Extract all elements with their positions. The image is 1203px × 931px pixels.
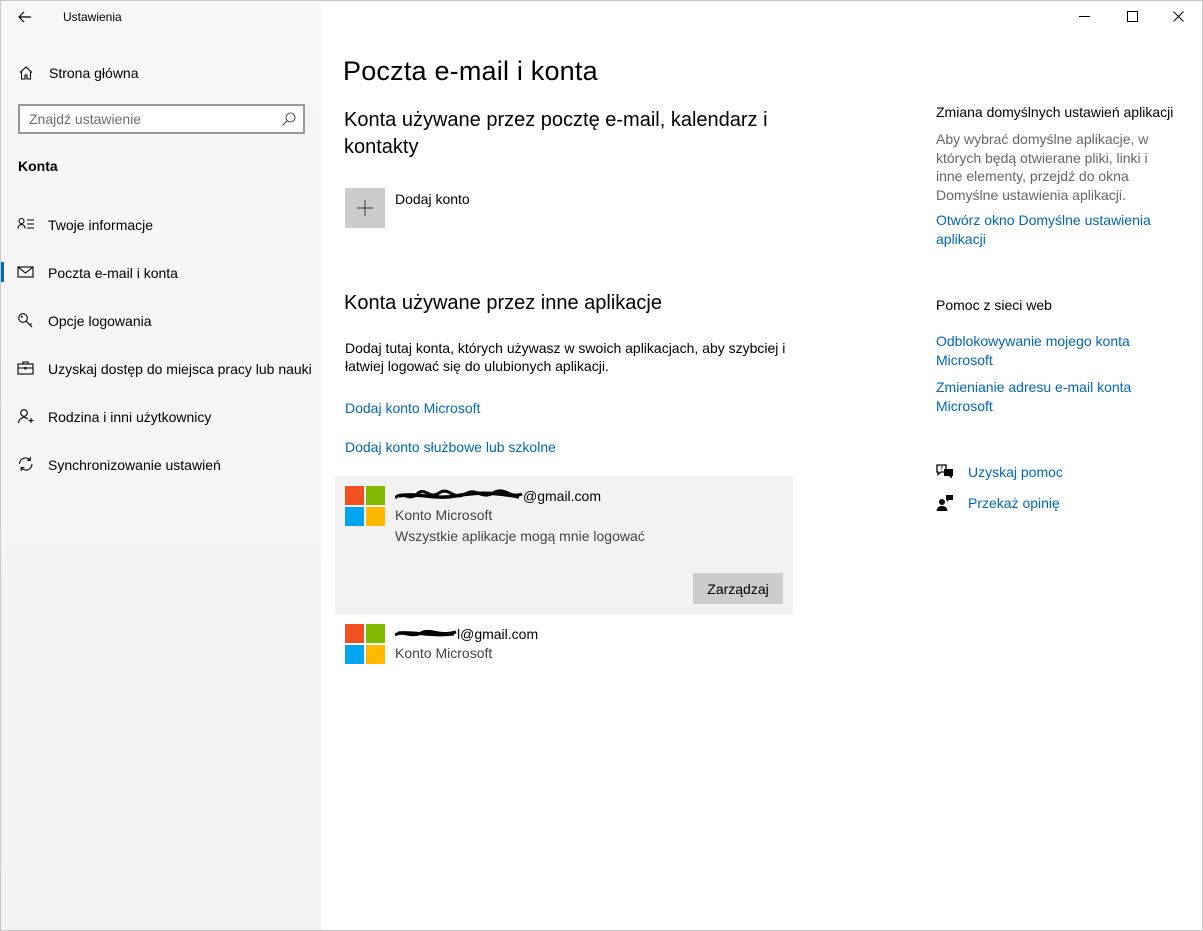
sidebar-item-home[interactable]: Strona główna: [0, 60, 321, 86]
section-label-accounts: Konta: [18, 158, 58, 174]
person-card-icon: [17, 217, 34, 229]
add-account-button[interactable]: [345, 188, 385, 228]
account-email-suffix: @gmail.com: [523, 488, 602, 504]
search-box[interactable]: [18, 104, 305, 134]
account-item-selected[interactable]: @gmail.com Konto Microsoft Wszystkie apl…: [335, 476, 793, 614]
account-note: Wszystkie aplikacje mogą mnie logować: [395, 528, 645, 544]
sidebar-item-label: Synchronizowanie ustawień: [48, 457, 221, 473]
feedback-label: Przekaż opinię: [968, 495, 1060, 511]
add-microsoft-account-link[interactable]: Dodaj konto Microsoft: [345, 400, 480, 416]
feedback-link[interactable]: Przekaż opinię: [936, 493, 1176, 513]
redacted-scribble: [393, 488, 523, 504]
add-person-icon: [17, 409, 34, 424]
app-title: Ustawienia: [63, 10, 122, 24]
briefcase-icon: [17, 361, 34, 375]
sidebar-item-label: Poczta e-mail i konta: [48, 265, 178, 281]
get-help-link[interactable]: ? Uzyskaj pomoc: [936, 462, 1176, 482]
sidebar-item-label: Uzyskaj dostęp do miejsca pracy lub nauk…: [48, 361, 312, 377]
add-work-school-account-link[interactable]: Dodaj konto służbowe lub szkolne: [345, 439, 556, 455]
sidebar-item-sync[interactable]: Synchronizowanie ustawień: [0, 440, 321, 488]
unlock-account-link[interactable]: Odblokowywanie mojego konta Microsoft: [936, 332, 1166, 369]
section-heading-email-accounts: Konta używane przez pocztę e-mail, kalen…: [344, 109, 768, 158]
sidebar-item-your-info[interactable]: Twoje informacje: [0, 200, 321, 248]
account-email-suffix: l@gmail.com: [457, 626, 539, 642]
sidebar-item-label: Rodzina i inni użytkownicy: [48, 409, 212, 425]
sidebar-item-home-label: Strona główna: [49, 65, 139, 81]
sidebar-item-work-school[interactable]: Uzyskaj dostęp do miejsca pracy lub nauk…: [0, 344, 321, 392]
microsoft-logo-icon: [345, 624, 385, 664]
web-help-heading: Pomoc z sieci web: [936, 297, 1052, 313]
feedback-icon: [936, 495, 953, 511]
account-type: Konto Microsoft: [395, 645, 493, 661]
redacted-scribble: [394, 626, 457, 642]
account-email: l@gmail.com: [394, 626, 539, 642]
default-apps-link[interactable]: Otwórz okno Domyślne ustawienia aplikacj…: [936, 211, 1166, 248]
sidebar-item-label: Opcje logowania: [48, 313, 152, 329]
main-content: Poczta e-mail i konta Konta używane prze…: [321, 0, 1203, 931]
section-heading-other-apps: Konta używane przez inne aplikacje: [344, 292, 662, 314]
default-apps-heading: Zmiana domyślnych ustawień aplikacji: [936, 104, 1174, 120]
microsoft-logo-icon: [345, 486, 385, 526]
sidebar-item-email-accounts[interactable]: Poczta e-mail i konta: [0, 248, 321, 296]
key-icon: [18, 313, 33, 328]
page-title: Poczta e-mail i konta: [343, 56, 598, 86]
change-email-link[interactable]: Zmienianie adresu e-mail konta Microsoft: [936, 378, 1166, 415]
svg-text:?: ?: [940, 466, 943, 473]
section-description: Dodaj tutaj konta, których używasz w swo…: [345, 340, 786, 374]
add-account-label[interactable]: Dodaj konto: [395, 191, 470, 207]
get-help-label: Uzyskaj pomoc: [968, 464, 1063, 480]
home-icon: [19, 66, 33, 80]
sidebar: Ustawienia Strona główna Konta Twoje inf…: [0, 0, 321, 931]
account-type: Konto Microsoft: [395, 507, 493, 523]
mail-icon: [17, 266, 34, 278]
account-item[interactable]: l@gmail.com Konto Microsoft: [335, 614, 793, 674]
plus-icon: [357, 200, 373, 216]
search-input[interactable]: [20, 106, 270, 132]
sidebar-item-sign-in-options[interactable]: Opcje logowania: [0, 296, 321, 344]
back-arrow-icon: [18, 11, 31, 23]
search-icon[interactable]: [281, 111, 297, 127]
sidebar-item-label: Twoje informacje: [48, 217, 154, 233]
manage-button[interactable]: Zarządzaj: [693, 573, 783, 604]
sidebar-item-family[interactable]: Rodzina i inni użytkownicy: [0, 392, 321, 440]
back-button[interactable]: [14, 6, 36, 28]
account-email: @gmail.com: [393, 488, 602, 504]
sidebar-nav: Twoje informacje Poczta e-mail i konta O…: [0, 200, 321, 488]
sync-icon: [18, 457, 33, 471]
chat-help-icon: ?: [936, 464, 953, 479]
default-apps-text: Aby wybrać domyślne aplikacje, w których…: [936, 131, 1149, 203]
